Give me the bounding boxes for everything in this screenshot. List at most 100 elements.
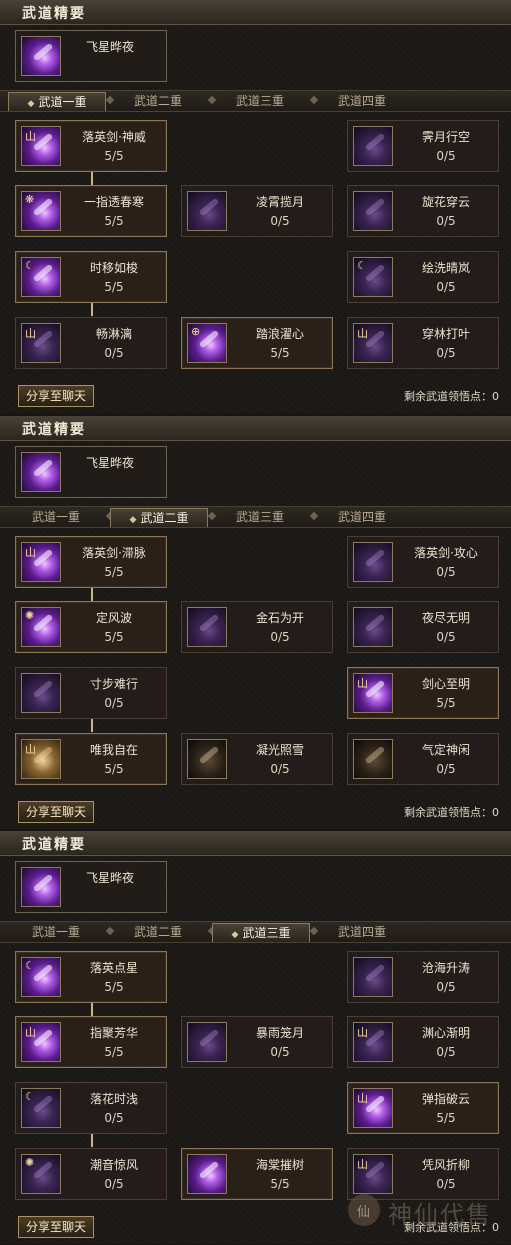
skill-node[interactable]: ✺ 潮音惊风 0/5 — [15, 1148, 167, 1200]
tab-tier-1[interactable]: 武道一重 — [8, 923, 104, 941]
remaining-points: 剩余武道领悟点：0 — [404, 388, 499, 404]
skill-glyph-icon: 山 — [357, 1158, 368, 1171]
skill-points: 0/5 — [270, 214, 290, 228]
skill-node[interactable]: 金石为开 0/5 — [181, 601, 333, 653]
skill-points: 5/5 — [270, 346, 290, 360]
skill-points: 5/5 — [104, 762, 124, 776]
skill-name: 踏浪濯心 — [255, 327, 304, 341]
skill-node[interactable]: 山 落英剑·神威 5/5 — [15, 120, 167, 172]
skill-node[interactable]: 暴雨笼月 0/5 — [181, 1016, 333, 1068]
tab-tier-2[interactable]: 武道二重 — [110, 92, 206, 110]
skill-connector — [91, 302, 93, 316]
skill-node[interactable]: 山 指聚芳华 5/5 — [15, 1016, 167, 1068]
skill-name: 畅淋漓 — [95, 327, 132, 341]
skill-points: 0/5 — [270, 630, 290, 644]
skill-node[interactable]: ✺ 定风波 5/5 — [15, 601, 167, 653]
skill-connector — [91, 718, 93, 732]
skill-points: 0/5 — [104, 696, 124, 710]
tab-tier-1[interactable]: ◆ 武道一重 — [8, 92, 106, 111]
essence-card[interactable]: 飞星晔夜 — [15, 30, 167, 82]
share-to-chat-button[interactable]: 分享至聊天 — [18, 801, 94, 823]
watermark: 仙 神仙代售 — [348, 1192, 498, 1229]
skill-node[interactable]: 山 落英剑·滞脉 5/5 — [15, 536, 167, 588]
skill-points: 0/5 — [436, 630, 456, 644]
skill-points: 5/5 — [104, 280, 124, 294]
skill-glyph-icon: 山 — [25, 130, 36, 143]
skill-name: 凭风折柳 — [421, 1158, 470, 1172]
tab-label: 武道一重 — [31, 925, 80, 939]
skill-points: 5/5 — [104, 149, 124, 163]
essence-card[interactable]: 飞星晔夜 — [15, 446, 167, 498]
skill-node[interactable]: 霁月行空 0/5 — [347, 120, 499, 172]
tab-label: 武道二重 — [133, 925, 182, 939]
skill-node[interactable]: ☾ 时移如梭 5/5 — [15, 251, 167, 303]
skill-node[interactable]: 落英剑·攻心 0/5 — [347, 536, 499, 588]
skill-points: 0/5 — [104, 346, 124, 360]
skill-node[interactable]: ☾ 落英点星 5/5 — [15, 951, 167, 1003]
skill-points: 5/5 — [436, 1111, 456, 1125]
skill-icon — [187, 739, 227, 779]
skill-node[interactable]: 凌霄揽月 0/5 — [181, 185, 333, 237]
share-to-chat-button[interactable]: 分享至聊天 — [18, 1216, 94, 1238]
skill-points: 5/5 — [104, 214, 124, 228]
tab-tier-4[interactable]: 武道四重 — [314, 923, 410, 941]
skill-icon — [187, 191, 227, 231]
skill-icon: ☾ — [21, 957, 61, 997]
tab-tier-4[interactable]: 武道四重 — [314, 508, 410, 526]
tab-tier-1[interactable]: 武道一重 — [8, 508, 104, 526]
skill-name: 气定神闲 — [421, 743, 470, 757]
section-header: 武道精要 — [0, 0, 511, 25]
skill-node[interactable]: ☾ 绘洗晴岚 0/5 — [347, 251, 499, 303]
skill-name: 指聚芳华 — [89, 1026, 138, 1040]
tab-label: 武道四重 — [337, 94, 386, 108]
skill-name: 渊心渐明 — [421, 1026, 470, 1040]
skill-name: 霁月行空 — [421, 130, 470, 144]
skill-icon — [187, 607, 227, 647]
skill-node[interactable]: 山 弹指破云 5/5 — [347, 1082, 499, 1134]
skill-node[interactable]: 山 唯我自在 5/5 — [15, 733, 167, 785]
tab-tier-4[interactable]: 武道四重 — [314, 92, 410, 110]
skill-icon: 山 — [21, 542, 61, 582]
tab-tier-3[interactable]: ◆ 武道三重 — [212, 923, 310, 942]
skill-node[interactable]: 海棠摧树 5/5 — [181, 1148, 333, 1200]
remaining-points-label: 剩余武道领悟点： — [404, 390, 492, 403]
skill-node[interactable]: 山 渊心渐明 0/5 — [347, 1016, 499, 1068]
skill-node[interactable]: 寸步难行 0/5 — [15, 667, 167, 719]
skill-name: 夜尽无明 — [421, 611, 470, 625]
skill-icon — [353, 191, 393, 231]
skill-node[interactable]: ❋ 一指透春寒 5/5 — [15, 185, 167, 237]
skill-node[interactable]: 山 剑心至明 5/5 — [347, 667, 499, 719]
skill-icon: 山 — [353, 1154, 393, 1194]
essence-card[interactable]: 飞星晔夜 — [15, 861, 167, 913]
skill-points: 0/5 — [270, 1045, 290, 1059]
skill-name: 金石为开 — [255, 611, 304, 625]
skill-name: 旋花穿云 — [421, 195, 470, 209]
skill-node[interactable]: 夜尽无明 0/5 — [347, 601, 499, 653]
skill-node[interactable]: 凝光照雪 0/5 — [181, 733, 333, 785]
skill-points: 5/5 — [104, 980, 124, 994]
tab-tier-3[interactable]: 武道三重 — [212, 92, 308, 110]
skill-name: 落英剑·神威 — [82, 130, 146, 144]
skill-icon — [353, 126, 393, 166]
skill-node[interactable]: 山 穿林打叶 0/5 — [347, 317, 499, 369]
tab-tier-2[interactable]: ◆ 武道二重 — [110, 508, 208, 527]
skill-node[interactable]: 旋花穿云 0/5 — [347, 185, 499, 237]
tab-label: 武道三重 — [235, 510, 284, 524]
skill-node[interactable]: 气定神闲 0/5 — [347, 733, 499, 785]
wudao-panel: 武道精要 飞星晔夜 武道一重 武道二重 ◆ 武道三重 武道四重 ☾ 落英点星 5/5 沧海升涛 0/5… — [0, 831, 511, 1244]
skill-points: 0/5 — [436, 346, 456, 360]
skill-node[interactable]: 沧海升涛 0/5 — [347, 951, 499, 1003]
skill-name: 潮音惊风 — [89, 1158, 138, 1172]
tab-tier-2[interactable]: 武道二重 — [110, 923, 206, 941]
share-to-chat-button[interactable]: 分享至聊天 — [18, 385, 94, 407]
skill-node[interactable]: ☾ 落花时浅 0/5 — [15, 1082, 167, 1134]
watermark-logo: 仙 — [348, 1194, 380, 1226]
skill-glyph-icon: ☾ — [357, 259, 367, 272]
skill-icon: ❋ — [21, 191, 61, 231]
remaining-points: 剩余武道领悟点：0 — [404, 804, 499, 820]
wudao-panel: 武道精要 飞星晔夜 ◆ 武道一重 武道二重 武道三重 武道四重山 落英剑·神威 5/5 霁月行空 0… — [0, 0, 511, 413]
tab-tier-3[interactable]: 武道三重 — [212, 508, 308, 526]
skill-node[interactable]: 山 畅淋漓 0/5 — [15, 317, 167, 369]
skill-node[interactable]: ⊕ 踏浪濯心 5/5 — [181, 317, 333, 369]
essence-name: 飞星晔夜 — [86, 40, 135, 54]
